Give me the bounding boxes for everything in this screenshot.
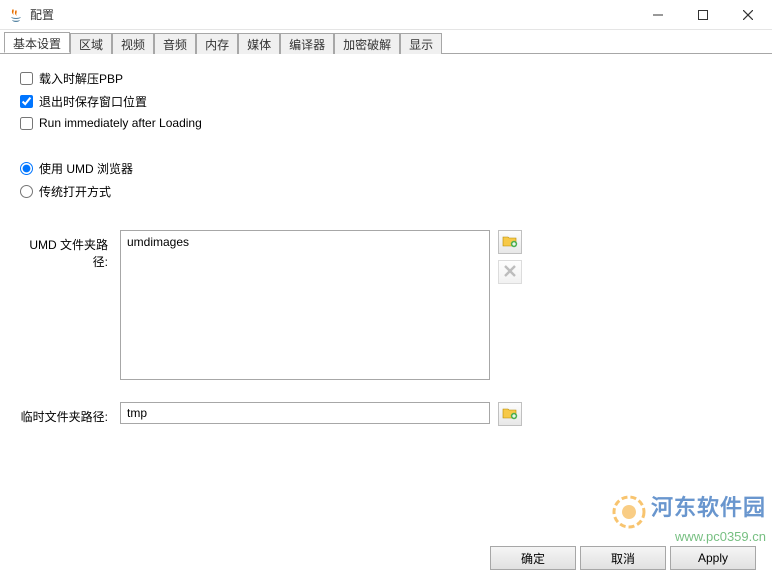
checkbox-unpack-pbp[interactable]: [20, 72, 33, 85]
ok-button[interactable]: 确定: [490, 546, 576, 570]
minimize-button[interactable]: [635, 0, 680, 30]
radio-umd-browser[interactable]: [20, 162, 33, 175]
checkbox-unpack-pbp-row: 载入时解压PBP: [20, 70, 752, 87]
folder-add-icon: [502, 233, 518, 252]
java-icon: [8, 7, 24, 23]
tab-region[interactable]: 区域: [70, 33, 112, 54]
browse-tmp-folder-button[interactable]: [498, 402, 522, 426]
umd-path-row: UMD 文件夹路径:: [20, 230, 752, 380]
umd-path-input[interactable]: [120, 230, 490, 380]
tab-video[interactable]: 视频: [112, 33, 154, 54]
tab-content: 载入时解压PBP 退出时保存窗口位置 Run immediately after…: [0, 54, 772, 450]
folder-add-icon: [502, 405, 518, 424]
checkbox-run-immediately-label: Run immediately after Loading: [39, 116, 202, 130]
tmp-path-label: 临时文件夹路径:: [20, 402, 120, 425]
watermark: 河东软件园 www.pc0359.cn: [612, 490, 766, 544]
tmp-path-input[interactable]: [120, 402, 490, 424]
window-controls: [635, 0, 770, 30]
tab-compiler[interactable]: 编译器: [280, 33, 334, 54]
maximize-button[interactable]: [680, 0, 725, 30]
dialog-button-bar: 确定 取消 Apply: [490, 546, 756, 570]
checkbox-save-window-pos[interactable]: [20, 95, 33, 108]
umd-path-label: UMD 文件夹路径:: [20, 230, 120, 270]
umd-path-buttons: [498, 230, 522, 284]
tab-memory[interactable]: 内存: [196, 33, 238, 54]
watermark-url: www.pc0359.cn: [612, 529, 766, 544]
checkbox-save-window-pos-row: 退出时保存窗口位置: [20, 93, 752, 110]
window-title: 配置: [30, 6, 635, 23]
checkbox-run-immediately[interactable]: [20, 117, 33, 130]
radio-classic-open-row: 传统打开方式: [20, 183, 752, 200]
cancel-button[interactable]: 取消: [580, 546, 666, 570]
radio-classic-open-label: 传统打开方式: [39, 183, 111, 200]
close-button[interactable]: [725, 0, 770, 30]
radio-classic-open[interactable]: [20, 185, 33, 198]
apply-button[interactable]: Apply: [670, 546, 756, 570]
radio-umd-browser-row: 使用 UMD 浏览器: [20, 160, 752, 177]
checkbox-save-window-pos-label: 退出时保存窗口位置: [39, 93, 147, 110]
tab-crypto[interactable]: 加密破解: [334, 33, 400, 54]
tmp-path-buttons: [498, 402, 522, 426]
tab-media[interactable]: 媒体: [238, 33, 280, 54]
radio-umd-browser-label: 使用 UMD 浏览器: [39, 160, 133, 177]
watermark-name: 河东软件园: [651, 495, 766, 520]
add-folder-button[interactable]: [498, 230, 522, 254]
tab-basic-settings[interactable]: 基本设置: [4, 32, 70, 53]
tab-audio[interactable]: 音频: [154, 33, 196, 54]
titlebar: 配置: [0, 0, 772, 30]
tab-display[interactable]: 显示: [400, 33, 442, 54]
tab-strip: 基本设置 区域 视频 音频 内存 媒体 编译器 加密破解 显示: [0, 32, 772, 54]
checkbox-unpack-pbp-label: 载入时解压PBP: [39, 70, 123, 87]
watermark-logo-icon: [612, 495, 646, 529]
checkbox-run-immediately-row: Run immediately after Loading: [20, 116, 752, 130]
remove-folder-button[interactable]: [498, 260, 522, 284]
tmp-path-row: 临时文件夹路径:: [20, 402, 752, 426]
remove-icon: [503, 264, 517, 281]
